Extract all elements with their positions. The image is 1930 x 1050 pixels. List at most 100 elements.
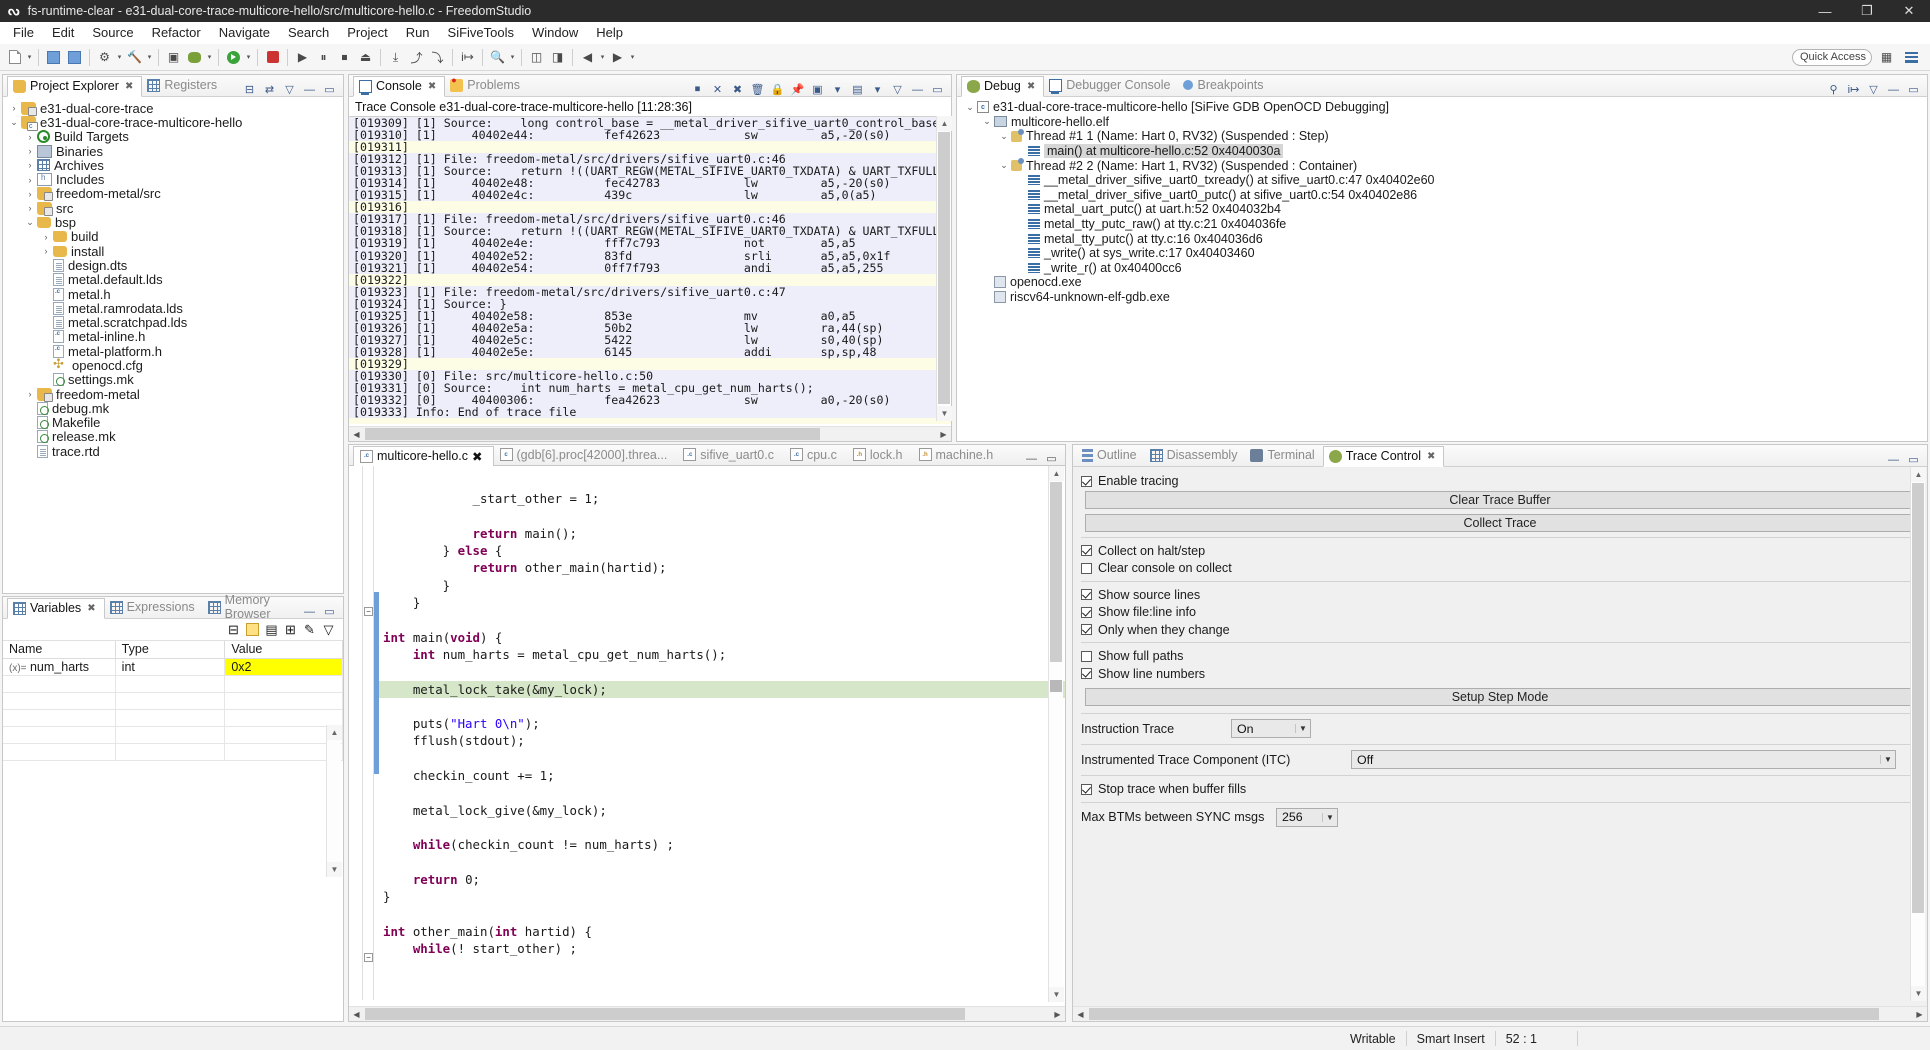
show-source-lines-row[interactable]: Show source lines [1081,587,1919,604]
tab-breakpoints[interactable]: Breakpoints [1178,75,1271,96]
debug-tree-item[interactable]: ·riscv64-unknown-elf-gdb.exe [957,290,1927,305]
suspend-icon[interactable]: ⏸ [313,47,334,68]
setup-step-mode-button[interactable]: Setup Step Mode [1085,688,1915,706]
show-line-numbers-row[interactable]: Show line numbers [1081,666,1919,683]
tree-item[interactable]: ·release.mk [3,430,343,444]
project-tree[interactable]: ›e31-dual-core-trace⌄e31-dual-core-trace… [3,97,343,458]
scroll-left-icon[interactable]: ◀ [349,1007,364,1022]
chevron-down-icon[interactable]: ▼ [1880,755,1895,764]
maximize-view-icon[interactable]: ▭ [1907,453,1920,466]
tree-item[interactable]: ·metal.h [3,287,343,301]
debug-tree-item[interactable]: ⌄ce31-dual-core-trace-multicore-hello [S… [957,100,1927,115]
remove-all-consoles-icon[interactable]: ✖ [731,83,744,96]
terminate-icon[interactable] [262,47,283,68]
collapse-all-icon[interactable]: ⊟ [227,623,240,636]
tree-item[interactable]: ·metal.scratchpad.lds [3,315,343,329]
chevron-down-icon[interactable]: ▼ [1295,724,1310,733]
build-config-dropdown-icon[interactable]: ▾ [145,47,154,68]
show-type-names-icon[interactable] [246,623,259,636]
chevron-down-icon[interactable]: ⌄ [7,117,21,128]
debug-tree-item[interactable]: ·main() at multicore-hello.c:52 0x404003… [957,144,1927,159]
collect-trace-button[interactable]: Collect Trace [1085,514,1915,532]
chevron-down-icon[interactable]: ⌄ [980,116,994,127]
only-when-they-change-row[interactable]: Only when they change [1081,622,1919,639]
back-dropdown-icon[interactable]: ▾ [598,47,607,68]
menu-item-file[interactable]: File [4,23,43,42]
scroll-up-icon[interactable]: ▲ [1049,466,1064,481]
step-into-icon[interactable]: ⤓ [385,47,406,68]
scroll-up-icon[interactable]: ▲ [327,725,342,740]
stop-trace-checkbox[interactable] [1081,784,1092,795]
show-fileline-info-row[interactable]: Show file:line info [1081,604,1919,621]
menu-item-refactor[interactable]: Refactor [143,23,210,42]
show-source-lines-checkbox[interactable] [1081,589,1092,600]
debug-bug-icon[interactable] [184,47,205,68]
editor-text-area[interactable]: − − _start_other = 1; return main(); } e… [349,466,1065,1000]
chevron-right-icon[interactable]: › [23,389,37,399]
close-icon[interactable]: ✖ [428,81,436,92]
chevron-right-icon[interactable]: › [39,246,53,256]
run-dropdown-icon[interactable]: ▾ [244,47,253,68]
show-line-numbers-checkbox[interactable] [1081,668,1092,679]
edit-variable-icon[interactable]: ✎ [303,623,316,636]
stop-trace-row[interactable]: Stop trace when buffer fills [1081,781,1919,798]
scroll-thumb[interactable] [1089,1008,1879,1020]
open-console-icon[interactable]: ▤ [851,83,864,96]
menu-item-edit[interactable]: Edit [43,23,83,42]
tab-disassembly[interactable]: Disassembly [1145,445,1246,466]
tree-item[interactable]: ›freedom-metal/src [3,187,343,201]
debug-tree-item[interactable]: ⌄Thread #1 1 (Name: Hart 0, RV32) (Suspe… [957,129,1927,144]
tree-item[interactable]: ›Build Targets [3,130,343,144]
open-console-dropdown-icon[interactable]: ▾ [871,83,884,96]
filter-icon[interactable]: ⚲ [1827,83,1840,96]
open-resource-icon[interactable]: ◨ [547,47,568,68]
max-btms-select[interactable]: 256 ▼ [1276,808,1338,827]
tab-debug[interactable]: Debug✖ [961,76,1044,97]
chevron-right-icon[interactable]: › [23,132,37,142]
disconnect-icon[interactable]: ⏏ [355,47,376,68]
editor-annotation-ruler[interactable] [349,466,363,1000]
tree-item[interactable]: ›Includes [3,172,343,186]
scroll-right-icon[interactable]: ▶ [1912,1007,1927,1022]
menu-item-sifivetools[interactable]: SiFiveTools [439,23,523,42]
clear-console-icon[interactable]: 🗑 [751,83,764,96]
editor-tab-cpu-c[interactable]: .ccpu.c [784,445,847,465]
editor-tab-machine-h[interactable]: .hmachine.h [913,445,1004,465]
chevron-right-icon[interactable]: › [23,189,37,199]
close-icon[interactable]: ✖ [472,449,482,464]
fold-collapse-icon[interactable]: − [364,953,373,962]
variables-rows[interactable]: (x)= num_hartsint0x2 [3,659,343,761]
tree-item[interactable]: ·design.dts [3,258,343,272]
tab-project-explorer[interactable]: Project Explorer✖ [7,76,142,97]
collect-on-halt-checkbox[interactable] [1081,545,1092,556]
remove-console-icon[interactable]: ✕ [711,83,724,96]
search-icon[interactable]: 🔍 [487,47,508,68]
build-config-icon[interactable]: 🔨 [124,47,145,68]
maximize-view-icon[interactable]: ▭ [1045,452,1058,465]
chevron-down-icon[interactable]: ⌄ [997,160,1011,171]
instruction-stepping-icon[interactable]: i↦ [1847,83,1860,96]
minimize-view-icon[interactable]: — [911,83,924,96]
chevron-right-icon[interactable]: › [7,103,21,113]
collect-on-halt-row[interactable]: Collect on halt/step [1081,543,1919,560]
show-full-paths-row[interactable]: Show full paths [1081,648,1919,665]
tab-problems[interactable]: Problems [445,75,528,96]
show-logical-structure-icon[interactable]: ▤ [265,623,278,636]
itc-select[interactable]: Off ▼ [1351,750,1896,769]
enable-tracing-row[interactable]: Enable tracing [1081,473,1919,490]
minimize-view-icon[interactable]: — [303,605,316,618]
chevron-right-icon[interactable]: › [23,203,37,213]
scroll-lock-icon[interactable]: 🔒 [771,83,784,96]
maximize-view-icon[interactable]: ▭ [323,83,336,96]
perspective-debug-icon[interactable] [1901,47,1922,68]
tab-registers[interactable]: Registers [142,75,225,96]
editor-tab-gdb-6-proc-42000-threa[interactable]: c(gdb[6].proc[42000].threa... [494,445,678,465]
scroll-left-icon[interactable]: ◀ [1073,1007,1088,1022]
editor-folding-ruler[interactable]: − − [363,466,374,1000]
view-menu-icon[interactable]: ▽ [283,83,296,96]
maximize-view-icon[interactable]: ▭ [1907,83,1920,96]
tree-item[interactable]: ›install [3,244,343,258]
tab-variables[interactable]: Variables✖ [7,598,105,619]
view-menu-icon[interactable]: ▽ [891,83,904,96]
tab-console[interactable]: Console✖ [353,76,445,97]
